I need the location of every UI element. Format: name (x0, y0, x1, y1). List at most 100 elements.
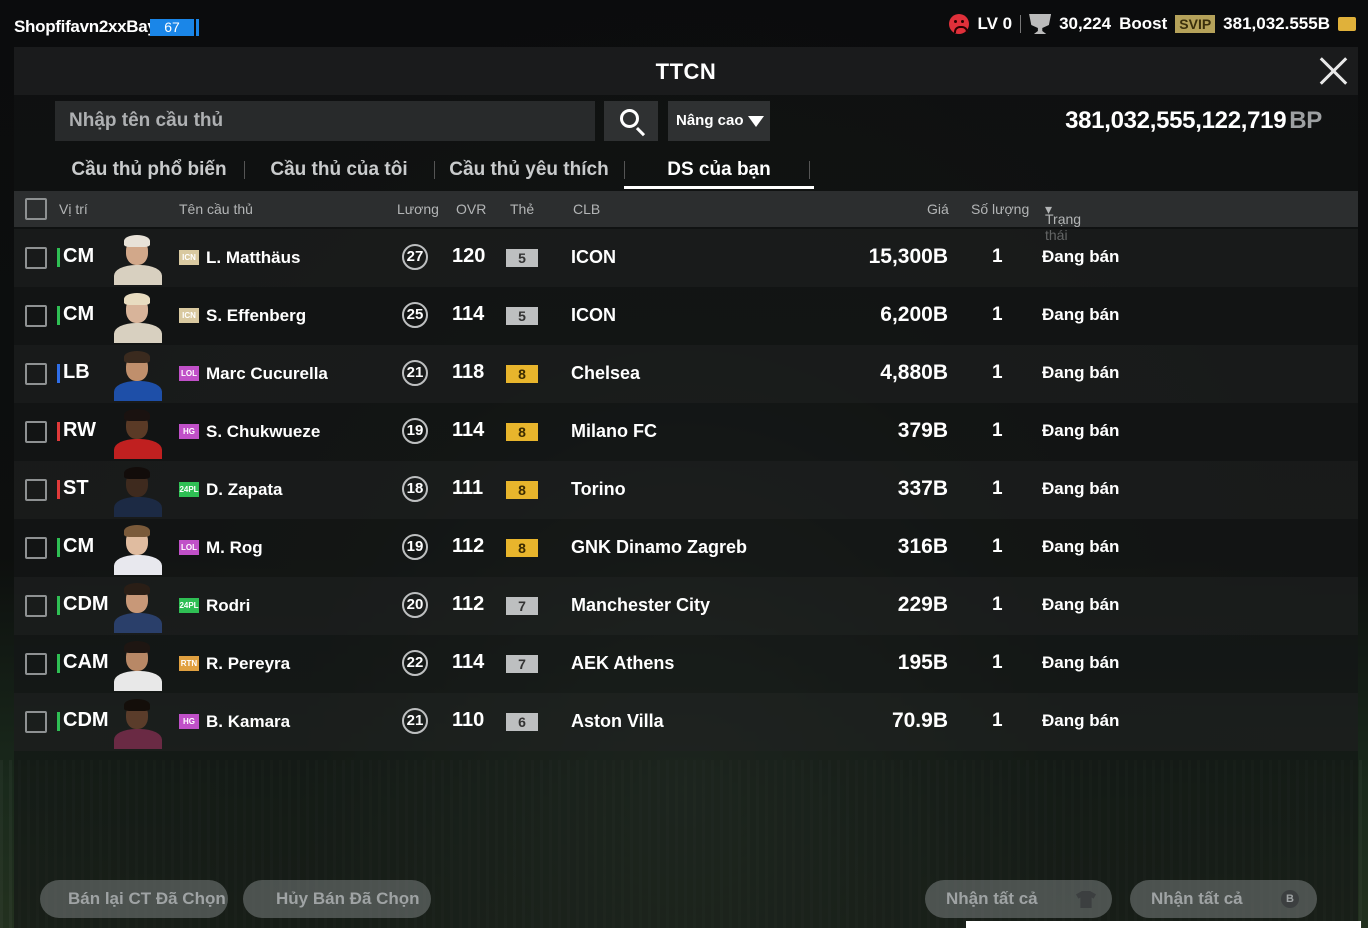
player-name[interactable]: D. Zapata (206, 480, 283, 500)
table-row[interactable]: CM LOL M. Rog 19 112 8 GNK Dinamo Zagreb… (14, 519, 1358, 577)
tab-my-players[interactable]: Cầu thủ của tôi (244, 151, 434, 189)
player-club: Torino (571, 479, 626, 499)
trophy-icon (1029, 14, 1052, 34)
salary-badge: 20 (402, 592, 428, 618)
col-ovr[interactable]: OVR (456, 201, 486, 217)
player-name[interactable]: M. Rog (206, 538, 263, 558)
grade-badge: 7 (506, 597, 538, 615)
col-grade[interactable]: Thẻ (510, 201, 534, 217)
listing-status: Đang bán (1042, 421, 1120, 440)
panel-header: TTCN (14, 47, 1358, 95)
season-badge-icon: ICN (179, 250, 199, 265)
salary-badge: 22 (402, 650, 428, 676)
player-portrait-icon (112, 639, 164, 691)
salary-badge: 18 (402, 476, 428, 502)
bp-balance: 381,032,555,122,719 BP (1065, 107, 1322, 135)
listing-table: CM ICN L. Matthäus 27 120 5 ICON 15,300B… (14, 229, 1358, 751)
bp-amount: 381,032,555,122,719 (1065, 107, 1287, 134)
table-row[interactable]: CM ICN L. Matthäus 27 120 5 ICON 15,300B… (14, 229, 1358, 287)
player-hair (124, 641, 150, 653)
player-ovr: 114 (452, 651, 485, 673)
position-color-bar (57, 364, 60, 383)
row-checkbox[interactable] (25, 421, 47, 443)
top-stats: LV 0 30,224 Boost SVIP 381,032.555B (949, 14, 1356, 34)
bp-unit: BP (1289, 107, 1322, 134)
salary-badge: 19 (402, 534, 428, 560)
table-row[interactable]: LB LOL Marc Cucurella 21 118 8 Chelsea 4… (14, 345, 1358, 403)
row-checkbox[interactable] (25, 537, 47, 559)
search-button[interactable] (604, 101, 658, 141)
table-row[interactable]: CAM RTN R. Pereyra 22 114 7 AEK Athens 1… (14, 635, 1358, 693)
listing-price: 229B (897, 593, 948, 616)
player-hair (124, 699, 150, 711)
tab-your-list[interactable]: DS của bạn (624, 151, 814, 189)
player-name[interactable]: S. Chukwueze (206, 422, 320, 442)
table-row[interactable]: RW HG S. Chukwueze 19 114 8 Milano FC 37… (14, 403, 1358, 461)
claim-all-label: Nhận tất cả (946, 889, 1038, 908)
col-name[interactable]: Tên cầu thủ (179, 201, 253, 217)
sad-face-icon (949, 14, 970, 34)
grade-badge: 6 (506, 713, 538, 731)
player-name[interactable]: Rodri (206, 596, 250, 616)
listing-quantity: 1 (992, 478, 1003, 499)
row-checkbox[interactable] (25, 479, 47, 501)
row-checkbox[interactable] (25, 595, 47, 617)
col-status[interactable]: Trạng thái ▾ (1045, 201, 1081, 243)
row-checkbox[interactable] (25, 653, 47, 675)
row-checkbox[interactable] (25, 363, 47, 385)
row-checkbox[interactable] (25, 711, 47, 733)
search-input[interactable]: Nhập tên cầu thủ (55, 101, 595, 141)
grade-badge: 8 (506, 365, 538, 383)
player-club: Aston Villa (571, 711, 664, 731)
col-quantity[interactable]: Số lượng (971, 201, 1029, 217)
listing-quantity: 1 (992, 710, 1003, 731)
grade-badge: 8 (506, 423, 538, 441)
tab-favorite-players[interactable]: Cầu thủ yêu thích (434, 151, 624, 189)
player-shirt (114, 439, 162, 459)
table-header: Vị trí Tên cầu thủ Lương OVR Thẻ CLB Giá… (14, 191, 1358, 243)
player-hair (124, 583, 150, 595)
username: Shopfifavn2xxBay (14, 17, 157, 36)
advanced-filter-label: Nâng cao (676, 112, 744, 129)
player-shirt (114, 729, 162, 749)
resell-selected-button[interactable]: Bán lại CT Đã Chọn (40, 880, 228, 918)
player-position: RW (63, 419, 96, 441)
player-name[interactable]: S. Effenberg (206, 306, 306, 326)
player-name[interactable]: R. Pereyra (206, 654, 290, 674)
row-checkbox[interactable] (25, 305, 47, 327)
cancel-selected-button[interactable]: Hủy Bán Đã Chọn (243, 880, 431, 918)
grade-badge: 5 (506, 249, 538, 267)
col-position[interactable]: Vị trí (59, 201, 88, 217)
listing-price: 195B (897, 651, 948, 674)
listing-quantity: 1 (992, 536, 1003, 557)
table-row[interactable]: CM ICN S. Effenberg 25 114 5 ICON 6,200B… (14, 287, 1358, 345)
col-club[interactable]: CLB (573, 201, 600, 217)
top-bar: Shopfifavn2xxBay 67 LV 0 30,224 Boost SV… (0, 0, 1368, 52)
player-position: CDM (63, 593, 109, 615)
close-icon[interactable] (1320, 57, 1348, 85)
table-row[interactable]: CDM HG B. Kamara 21 110 6 Aston Villa 70… (14, 693, 1358, 751)
position-color-bar (57, 712, 60, 731)
claim-all-bp-button[interactable]: Nhận tất cả B (1130, 880, 1317, 918)
col-price[interactable]: Giá (927, 201, 949, 217)
shirt-icon (1076, 891, 1096, 908)
advanced-filter-button[interactable]: Nâng cao (668, 101, 770, 141)
claim-all-players-button[interactable]: Nhận tất cả (925, 880, 1112, 918)
level-badge: 67 (150, 19, 199, 36)
player-position: CDM (63, 709, 109, 731)
tab-popular-players[interactable]: Cầu thủ phổ biến (54, 151, 244, 189)
player-name[interactable]: L. Matthäus (206, 248, 300, 268)
position-color-bar (57, 480, 60, 499)
transfer-market-panel: TTCN Nhập tên cầu thủ Nâng cao 381,032,5… (14, 47, 1358, 928)
grade-badge: 8 (506, 539, 538, 557)
select-all-checkbox[interactable] (25, 198, 47, 220)
col-salary[interactable]: Lương (397, 201, 439, 217)
row-checkbox[interactable] (25, 247, 47, 269)
svip-badge: SVIP (1175, 15, 1216, 33)
table-row[interactable]: ST 24PL D. Zapata 18 111 8 Torino 337B 1… (14, 461, 1358, 519)
table-row[interactable]: CDM 24PL Rodri 20 112 7 Manchester City … (14, 577, 1358, 635)
player-name[interactable]: B. Kamara (206, 712, 290, 732)
salary-badge: 21 (402, 360, 428, 386)
grade-badge: 5 (506, 307, 538, 325)
player-name[interactable]: Marc Cucurella (206, 364, 328, 384)
